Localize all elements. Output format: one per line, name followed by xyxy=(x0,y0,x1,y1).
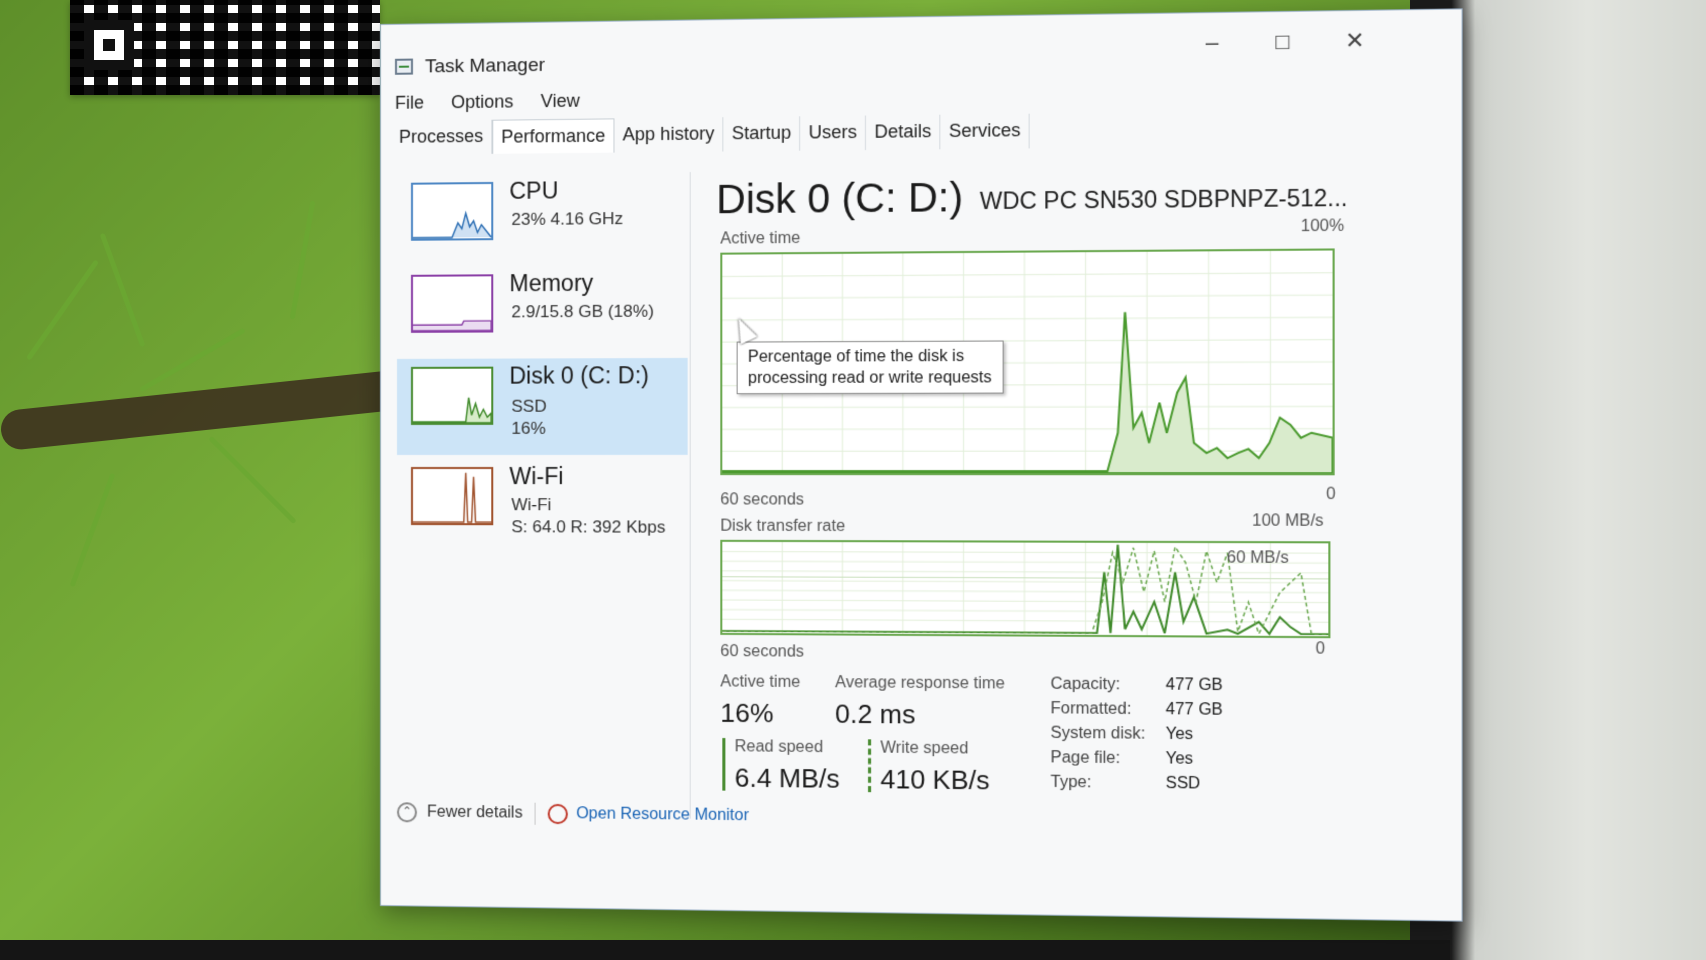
monitor-bezel-bottom xyxy=(0,940,1450,960)
sidebar-item-title: Disk 0 (C: D:) xyxy=(509,362,649,390)
active-time-tooltip: Percentage of time the disk is processin… xyxy=(737,341,1004,395)
minimize-button[interactable]: – xyxy=(1191,27,1233,58)
active-time-graph-min: 0 xyxy=(1326,486,1335,505)
sidebar-item-wifi[interactable]: Wi-Fi Wi-Fi S: 64.0 R: 392 Kbps xyxy=(397,459,688,550)
open-resource-monitor-link[interactable]: Open Resource Monitor xyxy=(576,805,749,825)
chevron-up-icon[interactable]: ⌃ xyxy=(397,802,417,822)
disk-thumbnail-graph xyxy=(411,367,493,425)
resource-monitor-icon[interactable] xyxy=(548,804,568,824)
page-file-value: Yes xyxy=(1166,750,1193,769)
footer-bar: ⌃ Fewer details Open Resource Monitor xyxy=(397,797,749,831)
sidebar-item-detail: 23% 4.16 GHz xyxy=(511,209,623,230)
task-manager-window: Task Manager – □ ✕ File Options View Pro… xyxy=(380,8,1463,921)
capacity-label: Capacity: xyxy=(1051,676,1121,695)
active-time-graph-max: 100% xyxy=(1301,217,1344,236)
tab-users[interactable]: Users xyxy=(800,116,866,151)
write-speed-label: Write speed xyxy=(880,739,968,758)
system-disk-value: Yes xyxy=(1166,726,1193,745)
qr-code-sticker xyxy=(70,0,380,95)
disk-detail-panel: Disk 0 (C: D:) WDC PC SN530 SDBPNPZ-512.… xyxy=(704,165,1435,848)
window-title: Task Manager xyxy=(425,55,545,79)
footer-divider xyxy=(535,803,536,825)
sidebar-item-detail: 2.9/15.8 GB (18%) xyxy=(511,302,653,323)
tab-services[interactable]: Services xyxy=(941,114,1030,150)
sidebar-item-title: Memory xyxy=(509,270,593,298)
menu-bar: File Options View xyxy=(395,90,602,114)
system-disk-label: System disk: xyxy=(1051,725,1146,744)
active-time-graph-label: Active time xyxy=(720,230,800,249)
write-speed-value: 410 KB/s xyxy=(880,764,989,797)
wifi-thumbnail-graph xyxy=(411,467,493,525)
branch-decoration xyxy=(0,369,411,452)
tooltip-line: Percentage of time the disk is xyxy=(748,346,992,368)
tooltip-line: processing read or write requests xyxy=(748,367,992,389)
menu-view[interactable]: View xyxy=(541,91,580,112)
transfer-rate-graph-max: 100 MB/s xyxy=(1252,512,1324,531)
active-time-stat-value: 16% xyxy=(720,698,773,730)
sidebar-item-detail: SSD xyxy=(511,397,546,417)
active-time-stat-label: Active time xyxy=(720,673,800,692)
read-speed-value: 6.4 MB/s xyxy=(735,762,840,794)
sidebar-item-cpu[interactable]: CPU 23% 4.16 GHz xyxy=(397,172,688,265)
write-speed-marker xyxy=(868,739,871,792)
sidebar-item-detail: Wi-Fi xyxy=(511,495,551,515)
needle-decoration xyxy=(290,200,316,319)
menu-options[interactable]: Options xyxy=(451,91,513,112)
sidebar-item-detail: 16% xyxy=(511,419,545,439)
needle-decoration xyxy=(70,473,116,587)
page-file-label: Page file: xyxy=(1051,749,1121,768)
sidebar-item-detail: S: 64.0 R: 392 Kbps xyxy=(511,517,665,537)
transfer-rate-graph-duration: 60 seconds xyxy=(720,643,804,662)
close-button[interactable]: ✕ xyxy=(1334,25,1377,57)
tab-app-history[interactable]: App history xyxy=(615,117,724,152)
type-label: Type: xyxy=(1051,774,1092,793)
active-time-graph-duration: 60 seconds xyxy=(720,491,804,509)
tab-processes[interactable]: Processes xyxy=(391,120,492,155)
sidebar-item-title: Wi-Fi xyxy=(509,463,563,490)
maximize-button[interactable]: □ xyxy=(1262,26,1304,57)
task-manager-icon xyxy=(395,59,413,75)
read-speed-marker xyxy=(722,738,725,791)
tab-strip: Processes Performance App history Startu… xyxy=(391,114,1030,155)
read-speed-label: Read speed xyxy=(735,738,823,757)
performance-sidebar: CPU 23% 4.16 GHz Memory 2.9/15.8 GB (18%… xyxy=(397,172,691,819)
needle-decoration xyxy=(139,328,245,392)
sidebar-item-memory[interactable]: Memory 2.9/15.8 GB (18%) xyxy=(397,265,688,357)
transfer-rate-graph-label: Disk transfer rate xyxy=(720,518,845,536)
needle-decoration xyxy=(208,436,296,524)
formatted-label: Formatted: xyxy=(1051,700,1132,719)
tab-details[interactable]: Details xyxy=(866,115,940,150)
tab-startup[interactable]: Startup xyxy=(723,116,800,151)
type-value: SSD xyxy=(1166,775,1201,794)
transfer-rate-graph-min: 0 xyxy=(1316,640,1325,659)
qr-finder xyxy=(84,20,134,70)
needle-decoration xyxy=(26,259,99,360)
fewer-details-link[interactable]: Fewer details xyxy=(427,804,523,823)
disk-title: Disk 0 (C: D:) xyxy=(716,176,963,224)
disk-model: WDC PC SN530 SDBPNPZ-512... xyxy=(980,184,1348,215)
transfer-rate-graph-midline-label: 60 MB/s xyxy=(1227,549,1289,568)
avg-response-stat-label: Average response time xyxy=(835,674,1005,694)
capacity-value: 477 GB xyxy=(1166,676,1223,695)
tab-performance[interactable]: Performance xyxy=(492,118,614,154)
avg-response-stat-value: 0.2 ms xyxy=(835,698,915,730)
memory-thumbnail-graph xyxy=(411,274,493,333)
menu-file[interactable]: File xyxy=(395,92,424,112)
sidebar-item-disk[interactable]: Disk 0 (C: D:) SSD 16% xyxy=(397,358,688,455)
needle-decoration xyxy=(100,233,146,347)
cpu-thumbnail-graph xyxy=(411,182,493,241)
formatted-value: 477 GB xyxy=(1166,701,1223,720)
sidebar-item-title: CPU xyxy=(509,177,558,205)
